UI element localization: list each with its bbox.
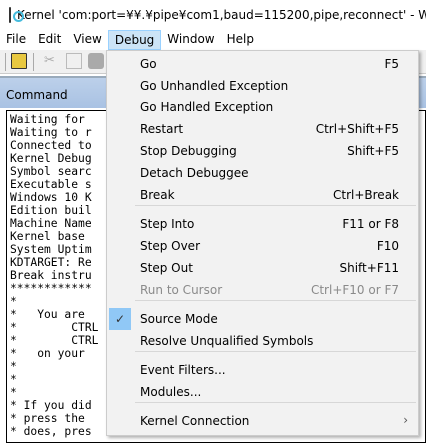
menu-file[interactable]: File [0,30,32,50]
menu-item-break[interactable]: Break Ctrl+Break [107,184,418,206]
check-icon: ✓ [109,308,131,330]
menu-item-shortcut: Ctrl+Break [333,188,399,202]
menu-item-run-to-cursor[interactable]: Run to Cursor Ctrl+F10 or F7 [107,279,418,301]
menu-view[interactable]: View [67,30,107,50]
command-pane-title: Command [6,88,68,102]
menu-item-label: Run to Cursor [140,283,223,297]
menu-help[interactable]: Help [221,30,260,50]
title-bar: Kernel 'com:port=¥¥.¥pipe¥com1,baud=1152… [0,0,426,30]
window-title: Kernel 'com:port=¥¥.¥pipe¥com1,baud=1152… [17,8,426,22]
windbg-app-icon [9,7,24,23]
menu-item-modules[interactable]: Modules... [107,381,418,403]
menu-item-shortcut: Ctrl+Shift+F5 [315,122,399,136]
menu-item-shortcut: F11 or F8 [342,217,399,231]
menu-item-label: Step Over [140,239,200,253]
menu-item-step-over[interactable]: Step Over F10 [107,235,418,257]
menu-bar: File Edit View Debug Window Help [0,30,426,50]
menu-debug[interactable]: Debug [107,30,162,50]
menu-item-label: Go Unhandled Exception [140,79,289,93]
menu-item-label: Break [140,188,175,202]
menu-item-go[interactable]: Go F5 [107,53,418,75]
menu-item-label: Event Filters... [140,363,226,377]
menu-item-step-into[interactable]: Step Into F11 or F8 [107,213,418,235]
menu-item-label: Go Handled Exception [140,100,274,114]
menu-item-shortcut: F10 [376,239,399,253]
menu-item-detach-debuggee[interactable]: Detach Debuggee [107,162,418,184]
menu-item-label: Step Into [140,217,195,231]
menu-item-label: Detach Debuggee [140,166,249,180]
menu-item-resolve-unqualified-symbols[interactable]: Resolve Unqualified Symbols [107,330,418,352]
menu-item-shortcut: Ctrl+F10 or F7 [310,283,399,297]
menu-item-label: Source Mode [140,312,218,326]
menu-item-label: Go [140,57,157,71]
cut-icon[interactable]: ✂ [44,53,60,69]
menu-item-label: Stop Debugging [140,144,237,158]
copy-icon[interactable] [66,53,82,69]
menu-item-label: Restart [140,122,184,136]
chevron-right-icon: › [403,413,408,427]
menu-item-source-mode[interactable]: ✓ Source Mode [107,308,418,330]
menu-item-restart[interactable]: Restart Ctrl+Shift+F5 [107,118,418,140]
menu-item-shortcut: Shift+F11 [339,261,399,275]
open-folder-icon[interactable] [11,53,27,69]
menu-item-go-unhandled-exception[interactable]: Go Unhandled Exception [107,75,418,97]
menu-item-step-out[interactable]: Step Out Shift+F11 [107,257,418,279]
menu-window[interactable]: Window [161,30,220,50]
menu-item-shortcut: Shift+F5 [347,144,399,158]
menu-item-shortcut: F5 [384,57,399,71]
menu-item-stop-debugging[interactable]: Stop Debugging Shift+F5 [107,140,418,162]
menu-item-kernel-connection[interactable]: Kernel Connection › [107,410,418,432]
menu-item-go-handled-exception[interactable]: Go Handled Exception [107,96,418,118]
menu-edit[interactable]: Edit [32,30,67,50]
menu-item-event-filters[interactable]: Event Filters... [107,359,418,381]
menu-item-label: Step Out [140,261,193,275]
paste-icon[interactable] [88,53,104,69]
menu-item-label: Resolve Unqualified Symbols [140,334,314,348]
menu-item-label: Kernel Connection [140,414,250,428]
menu-item-label: Modules... [140,385,202,399]
debug-menu: Go F5 Go Unhandled Exception Go Handled Exc… [106,50,419,436]
